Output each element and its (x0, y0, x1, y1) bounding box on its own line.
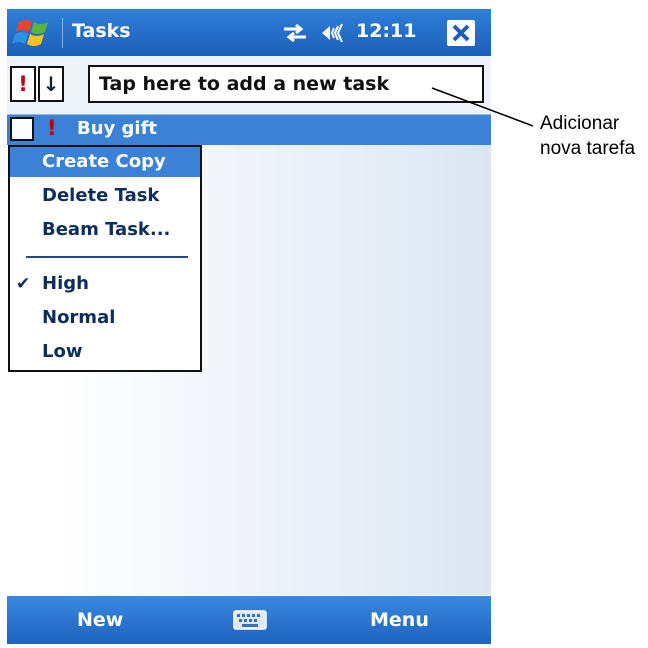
callout-line-1: Adicionar (540, 113, 620, 134)
callout-leader-line (431, 87, 534, 127)
callout-line-2: nova tarefa (540, 138, 636, 159)
callout-label: Adicionar nova tarefa (540, 111, 635, 161)
